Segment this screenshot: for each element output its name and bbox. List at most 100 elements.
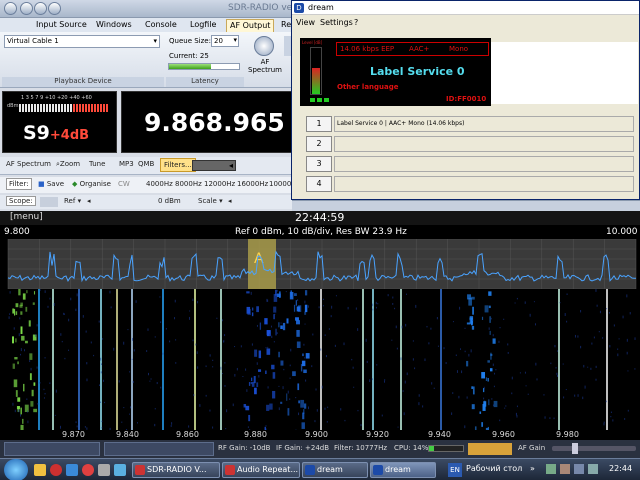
waterfall-speck (286, 318, 289, 324)
waterfall-noise (118, 380, 120, 383)
if-gain[interactable]: IF Gain: +24dB (276, 444, 329, 452)
waterfall-noise (68, 318, 70, 322)
waterfall-noise (70, 297, 72, 301)
af-gain-slider[interactable] (552, 443, 636, 454)
waterfall-noise (396, 347, 398, 350)
tab-af-output[interactable]: AF Output (226, 19, 275, 32)
spectrum-menu-button[interactable]: [menu] (10, 212, 43, 222)
save-filter-button[interactable]: ■ Save (38, 180, 64, 188)
waterfall-noise (494, 372, 496, 375)
filters-button[interactable]: Filters... (160, 158, 196, 172)
left-arrow-icon[interactable]: ◂ (87, 197, 91, 205)
qmb-tool[interactable]: QMB (138, 160, 154, 168)
waterfall-noise (357, 409, 359, 412)
waterfall-noise (101, 427, 103, 429)
tab-input-source[interactable]: Input Source (33, 19, 90, 32)
tray-icon[interactable] (560, 464, 570, 474)
opera-icon[interactable] (50, 464, 62, 476)
waterfall-noise (220, 366, 222, 370)
waterfall-speck (20, 311, 23, 315)
volume-icon[interactable] (588, 464, 598, 474)
tray-icon[interactable] (546, 464, 556, 474)
af-spectrum-icon[interactable] (254, 36, 274, 56)
task-dream-2[interactable]: dream (370, 462, 436, 478)
ref-dropdown[interactable]: Ref ▾ (64, 197, 81, 205)
explorer-icon[interactable] (34, 464, 46, 476)
current-queue-label: Current: 25 (169, 52, 209, 60)
left-arrow-icon[interactable]: ◂ (228, 197, 232, 205)
cw-filter[interactable]: CW (118, 180, 130, 188)
waterfall-noise (133, 349, 135, 352)
mp3-tool[interactable]: MP3 (119, 160, 134, 168)
frequency-display[interactable]: 9.868.965 (121, 91, 293, 153)
service-button-3[interactable]: 3 (306, 156, 332, 172)
waterfall-noise (247, 426, 249, 428)
quick-access-icon[interactable] (34, 2, 47, 15)
af-spectrum-tool[interactable]: AF Spectrum (6, 160, 51, 168)
dream-app-icon: D (294, 3, 304, 13)
desktop-toolbar[interactable]: Рабочий стол (466, 464, 522, 473)
waterfall-speck (484, 305, 489, 313)
tab-windows[interactable]: Windows (93, 19, 135, 32)
menu-help[interactable]: ? (354, 18, 358, 27)
service-button-1[interactable]: 1 (306, 116, 332, 132)
filter-toolbar: Filter: ■ Save ◆ Organise CW 4000Hz 8000… (0, 177, 300, 193)
zoom-tool[interactable]: ⌕Zoom (56, 160, 80, 169)
quicklaunch-icon[interactable] (82, 464, 94, 476)
app-orb-icon[interactable] (4, 2, 17, 15)
system-clock[interactable]: 22:44 (609, 464, 632, 473)
service-line-1: Label Service 0 | AAC+ Mono (14.06 kbps) (334, 116, 634, 132)
rf-gain[interactable]: RF Gain: -10dB (218, 444, 270, 452)
quick-access-icon[interactable] (20, 2, 33, 15)
task-audio-repeater[interactable]: Audio Repeat... (222, 462, 300, 478)
minimized-panel[interactable] (4, 442, 100, 456)
scale-dropdown[interactable]: Scale ▾ (198, 197, 223, 205)
highlight-indicator (468, 443, 512, 455)
scope-color-swatch[interactable] (40, 197, 58, 207)
save-label: Save (46, 180, 65, 188)
task-dream-1[interactable]: dream (302, 462, 368, 478)
waterfall-noise (121, 421, 123, 423)
af-gain-thumb[interactable] (572, 443, 578, 454)
filter-slider[interactable]: ◂ (192, 160, 236, 171)
quicklaunch-icon[interactable] (114, 464, 126, 476)
quicklaunch-icon[interactable] (98, 464, 110, 476)
minimized-panel[interactable] (104, 442, 214, 456)
spectrum-waterfall[interactable]: 9.800 Ref 0 dBm, 10 dB/div, Res BW 23.9 … (0, 225, 640, 440)
menu-settings[interactable]: Settings (320, 18, 353, 27)
filter-12000[interactable]: 12000Hz (204, 180, 235, 188)
filter-8000[interactable]: 8000Hz (175, 180, 202, 188)
waterfall-speck (294, 293, 297, 297)
service-button-2[interactable]: 2 (306, 136, 332, 152)
s-meter-segment (103, 104, 105, 112)
tray-icon[interactable] (574, 464, 584, 474)
organise-button[interactable]: ◆ Organise (72, 180, 111, 188)
ref-level-value[interactable]: 0 dBm (158, 197, 181, 205)
waterfall-noise (562, 363, 564, 365)
task-sdr-radio[interactable]: SDR-RADIO V... (132, 462, 220, 478)
filter-4000[interactable]: 4000Hz (146, 180, 173, 188)
queue-size-select[interactable]: 20 ▾ (211, 35, 239, 47)
af-spectrum-button[interactable]: AF Spectrum (248, 58, 282, 74)
waterfall-noise (437, 345, 439, 347)
waterfall-noise (276, 332, 278, 335)
filter-16000[interactable]: 16000Hz (237, 180, 268, 188)
quicklaunch-icon[interactable] (66, 464, 78, 476)
waterfall-speck (472, 306, 474, 315)
waterfall-noise (47, 305, 49, 308)
playback-device-select[interactable]: Virtual Cable 1 ▾ (4, 35, 160, 48)
service-button-4[interactable]: 4 (306, 176, 332, 192)
tab-logfile[interactable]: Logfile (187, 19, 219, 32)
menu-view[interactable]: View (296, 18, 315, 27)
waterfall-noise (129, 413, 131, 415)
tune-tool[interactable]: Tune (89, 160, 105, 168)
start-button[interactable] (4, 459, 28, 480)
tab-console[interactable]: Console (142, 19, 180, 32)
s-meter-segment (28, 104, 30, 112)
quick-access-icon[interactable] (48, 2, 61, 15)
waterfall-speck (487, 360, 490, 363)
language-indicator[interactable]: EN (448, 463, 462, 477)
chevron-right-icon[interactable]: » (530, 464, 535, 473)
waterfall-noise (564, 313, 566, 316)
waterfall-noise (404, 380, 406, 384)
